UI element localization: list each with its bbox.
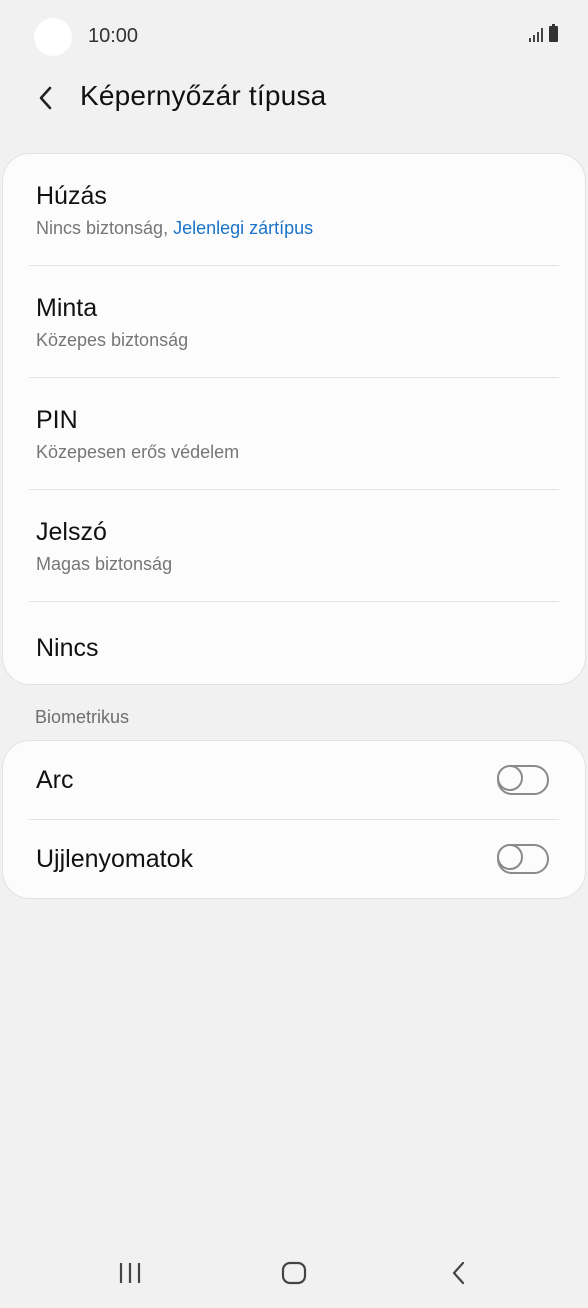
app-header: Képernyőzár típusa — [0, 72, 588, 126]
recent-apps-button[interactable] — [105, 1258, 155, 1288]
navigation-bar — [0, 1236, 588, 1308]
lock-option-subtitle: Közepesen erős védelem — [36, 442, 240, 462]
fingerprint-toggle[interactable] — [497, 843, 549, 874]
biometric-title: Arc — [36, 766, 74, 794]
current-lock-type-label: Jelenlegi zártípus — [173, 218, 314, 238]
lock-option-title: Jelszó — [36, 518, 107, 546]
section-header-biometrics: Biometrikus — [35, 707, 130, 727]
lock-option-none[interactable]: Nincs — [3, 602, 585, 684]
face-toggle[interactable] — [497, 764, 549, 795]
back-icon — [452, 1261, 465, 1285]
status-bar: 10:00 — [0, 0, 588, 76]
toggle-knob — [497, 764, 523, 791]
chevron-left-icon — [39, 86, 52, 110]
lock-option-swipe[interactable]: Húzás Nincs biztonság, Jelenlegi zártípu… — [3, 154, 585, 266]
recent-apps-icon — [119, 1263, 141, 1283]
lock-option-title: Húzás — [36, 182, 107, 210]
lock-option-pattern[interactable]: Minta Közepes biztonság — [3, 266, 585, 378]
toggle-knob — [497, 843, 523, 870]
back-button[interactable] — [28, 80, 64, 116]
nav-back-button[interactable] — [434, 1258, 484, 1288]
lock-option-title: Nincs — [36, 634, 99, 662]
lock-option-pin[interactable]: PIN Közepesen erős védelem — [3, 378, 585, 490]
status-time: 10:00 — [88, 25, 139, 47]
camera-cutout — [34, 18, 72, 56]
status-icons — [529, 24, 558, 42]
biometric-title: Ujjlenyomatok — [36, 845, 194, 873]
home-icon — [281, 1261, 307, 1285]
lock-option-subtitle-text: Nincs biztonság, — [36, 218, 174, 238]
battery-icon — [549, 24, 558, 42]
biometric-face[interactable]: Arc — [3, 741, 585, 820]
lock-type-list: Húzás Nincs biztonság, Jelenlegi zártípu… — [2, 153, 586, 685]
lock-option-title: PIN — [36, 406, 78, 434]
signal-icon — [529, 26, 543, 42]
home-button[interactable] — [269, 1258, 319, 1288]
lock-option-subtitle: Nincs biztonság, Jelenlegi zártípus — [36, 218, 585, 239]
biometrics-list: Arc Ujjlenyomatok — [2, 740, 586, 899]
screen: 10:00 Képernyőzár típusa Húzás Nincs biz… — [0, 0, 588, 1308]
page-title: Képernyőzár típusa — [80, 80, 327, 111]
lock-option-subtitle: Közepes biztonság — [36, 330, 189, 350]
lock-option-password[interactable]: Jelszó Magas biztonság — [3, 490, 585, 602]
lock-option-subtitle: Magas biztonság — [36, 554, 173, 574]
biometric-fingerprint[interactable]: Ujjlenyomatok — [3, 820, 585, 899]
lock-option-title: Minta — [36, 294, 98, 322]
